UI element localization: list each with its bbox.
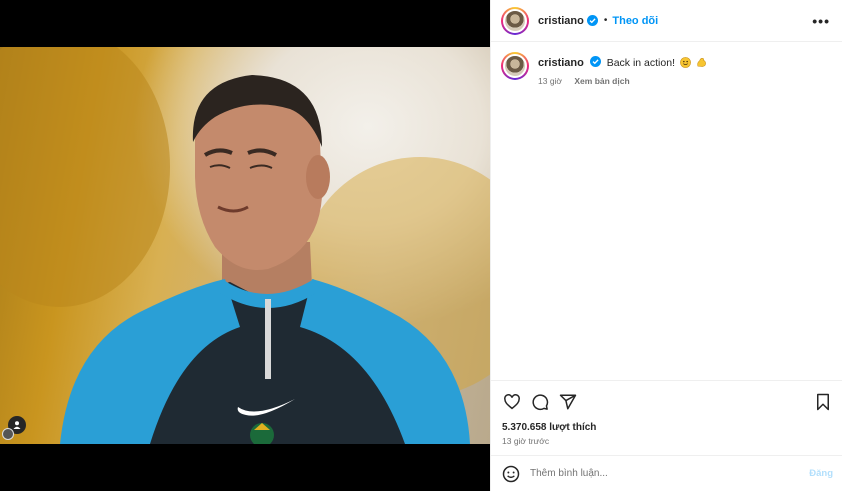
caption-avatar[interactable]	[501, 52, 529, 80]
comment-input[interactable]	[530, 468, 810, 479]
heart-icon[interactable]	[502, 392, 522, 412]
see-translation-link[interactable]: Xem bản dịch	[574, 76, 629, 86]
post-side-panel: cristiano • Theo dõi ••• cristiano Back …	[490, 0, 842, 491]
caption-text: Back in action!	[606, 57, 675, 69]
share-icon[interactable]	[558, 392, 578, 412]
flexed-biceps-emoji	[697, 58, 706, 67]
post-media	[0, 0, 490, 491]
user-icon	[13, 421, 21, 429]
comment-icon[interactable]	[530, 392, 550, 412]
follow-button[interactable]: Theo dõi	[612, 15, 658, 27]
post-comment-button[interactable]: Đăng	[809, 468, 833, 479]
avatar[interactable]	[501, 6, 529, 35]
caption: cristiano Back in action! 13 giờ Xem bản…	[491, 42, 842, 86]
more-options-icon[interactable]: •••	[812, 13, 830, 29]
header-separator: •	[603, 15, 608, 26]
likes-count[interactable]: 5.370.658 lượt thích	[502, 422, 833, 433]
post-time: 13 giờ trước	[502, 436, 550, 446]
verified-badge-icon	[589, 56, 601, 67]
bookmark-icon[interactable]	[813, 392, 833, 412]
post-photo[interactable]	[0, 47, 490, 444]
caption-username[interactable]: cristiano	[538, 57, 584, 69]
smiling-face-emoji	[680, 57, 691, 68]
post-header: cristiano • Theo dõi •••	[491, 0, 842, 42]
caption-time: 13 giờ	[538, 76, 563, 86]
crest-watermark	[2, 428, 14, 440]
emoji-picker-icon[interactable]	[501, 464, 521, 484]
comment-bar: Đăng	[491, 455, 842, 491]
verified-badge-icon	[586, 15, 598, 26]
post-actions: 5.370.658 lượt thích 13 giờ trước	[491, 380, 842, 452]
player-illustration	[0, 47, 490, 444]
header-username[interactable]: cristiano	[538, 15, 584, 27]
